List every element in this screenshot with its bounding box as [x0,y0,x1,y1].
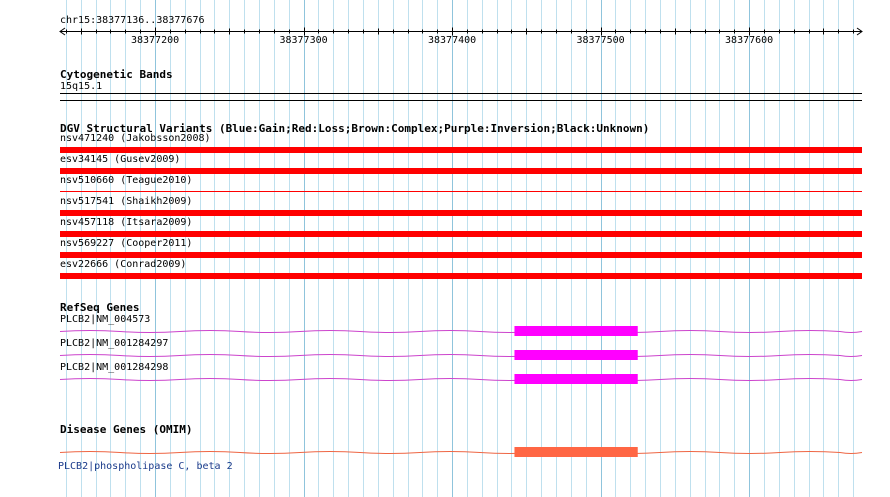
refseq-track-title: RefSeq Genes [60,301,140,314]
dgv-variant-label[interactable]: nsv471240 (Jakobsson2008) [60,133,211,145]
cytoband-label[interactable]: 15q15.1 [60,81,102,93]
dgv-variant-label[interactable]: nsv569227 (Cooper2011) [60,238,192,250]
refseq-intron-line [59,354,863,357]
ruler-tick-label: 38377300 [279,35,328,46]
cytoband-bar-bottom [60,100,862,101]
dgv-variant-bar[interactable] [60,191,862,192]
dgv-variant-bar[interactable] [60,210,862,216]
refseq-exon-block[interactable] [514,374,638,384]
dgv-variant-bar[interactable] [60,168,862,174]
omim-gene-feature[interactable] [0,443,890,463]
dgv-variant-bar[interactable] [60,147,862,153]
ruler-tick-label: 38377600 [725,35,774,46]
dgv-variant-label[interactable]: esv22666 (Conrad2009) [60,259,186,271]
omim-gene-label[interactable]: PLCB2|phospholipase C, beta 2 [58,461,233,473]
refseq-gene-feature[interactable] [0,370,890,390]
dgv-variant-bar[interactable] [60,252,862,258]
omim-exon-block[interactable] [514,447,638,457]
omim-intron-line [59,451,863,454]
ruler-tick-label: 38377500 [576,35,625,46]
refseq-exon-block[interactable] [514,350,638,360]
dgv-variant-label[interactable]: nsv510660 (Teague2010) [60,175,192,187]
refseq-intron-line [59,378,863,381]
omim-track-title: Disease Genes (OMIM) [60,423,193,436]
refseq-exon-block[interactable] [514,326,638,336]
ruler-tick-label: 38377400 [427,35,477,46]
dgv-variant-label[interactable]: esv34145 (Gusev2009) [60,154,180,166]
dgv-variant-label[interactable]: nsv457118 (Itsara2009) [60,217,192,229]
cytoband-bar[interactable] [60,93,862,94]
dgv-variant-bar[interactable] [60,273,862,279]
ruler-tick-label: 38377200 [130,35,180,46]
cytobands-track-title: Cytogenetic Bands [60,68,173,81]
refseq-intron-line [59,330,863,333]
dgv-variant-bar[interactable] [60,231,862,237]
genome-browser-panel: chr15:38377136..38377676 38377200 3837730… [0,0,890,497]
dgv-variant-label[interactable]: nsv517541 (Shaikh2009) [60,196,192,208]
